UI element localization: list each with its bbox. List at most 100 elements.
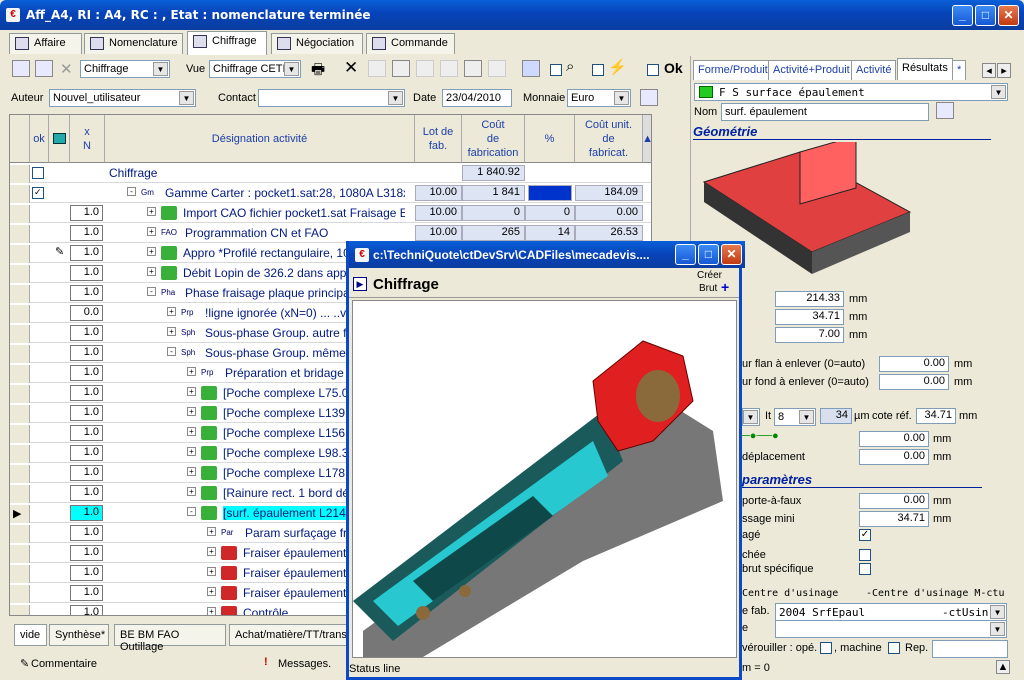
value1-field[interactable]: 0.00 bbox=[859, 431, 929, 447]
tree-expander-icon[interactable]: + bbox=[147, 227, 156, 236]
designation-cell[interactable]: Sous-phase Group. même ori bbox=[205, 346, 362, 360]
xn-field[interactable]: 1.0 bbox=[70, 545, 103, 561]
dim-length-field[interactable]: 214.33 bbox=[775, 291, 844, 307]
tree-expander-icon[interactable]: + bbox=[187, 407, 196, 416]
row-selector[interactable] bbox=[10, 285, 30, 303]
date-field[interactable]: 23/04/2010 bbox=[442, 89, 512, 107]
collapse-icon[interactable] bbox=[440, 60, 458, 77]
row-selector[interactable] bbox=[10, 245, 30, 263]
xn-field[interactable]: 1.0 bbox=[70, 205, 103, 221]
expand-icon[interactable] bbox=[416, 60, 434, 77]
header-cout[interactable]: Coût de fabrication bbox=[462, 115, 525, 163]
tree-expander-icon[interactable]: - bbox=[127, 187, 136, 196]
zoom-fit-icon[interactable] bbox=[488, 60, 506, 77]
xn-field[interactable]: 1.0 bbox=[70, 225, 103, 241]
xn-field[interactable]: 1.0 bbox=[70, 425, 103, 441]
row-selector[interactable] bbox=[10, 585, 30, 603]
delete-icon[interactable]: ✕ bbox=[60, 60, 73, 78]
messages-label[interactable]: Messages. bbox=[278, 658, 331, 670]
header-unit[interactable]: Coût unit. de fabricat. bbox=[575, 115, 643, 163]
cote-field[interactable]: 34.71 bbox=[916, 408, 956, 424]
maximize-button[interactable]: □ bbox=[975, 5, 996, 26]
row-selector[interactable] bbox=[10, 425, 30, 443]
row-selector[interactable] bbox=[10, 605, 30, 615]
designation-cell[interactable]: Param surfaçage frais bbox=[245, 526, 362, 540]
cad-viewer-window[interactable]: € c:\TechniQuote\ctDevSrv\CADFiles\mecad… bbox=[346, 241, 745, 680]
row-selector[interactable] bbox=[10, 525, 30, 543]
designation-cell[interactable]: !ligne ignorée (xN=0) ... ..voir c bbox=[205, 306, 369, 320]
cut-icon[interactable]: ✕ bbox=[344, 58, 358, 78]
xn-field[interactable]: 1.0 bbox=[70, 465, 103, 481]
lot-cell[interactable]: 10.00 bbox=[415, 185, 462, 201]
row-selector[interactable] bbox=[10, 445, 30, 463]
designation-cell[interactable]: Gamme Carter : pocket1.sat:28, 1080A L31… bbox=[165, 186, 405, 200]
xn-field[interactable]: 1.0 bbox=[70, 525, 103, 541]
designation-cell[interactable]: Appro *Profilé rectangulaire, 1080 bbox=[183, 246, 363, 260]
cout-cell[interactable]: 1 840.92 bbox=[462, 165, 525, 181]
designation-cell[interactable]: Fraiser épaulement fin bbox=[243, 586, 362, 600]
cad-model-view[interactable] bbox=[352, 300, 737, 658]
xn-field[interactable]: 1.0 bbox=[70, 245, 103, 261]
tree-expander-icon[interactable]: + bbox=[207, 607, 216, 615]
verrou-machine-checkbox[interactable] bbox=[888, 642, 900, 654]
row-selector[interactable]: ▶ bbox=[10, 505, 30, 523]
brut-checkbox[interactable] bbox=[859, 563, 871, 575]
tree-expander-icon[interactable]: + bbox=[167, 327, 176, 336]
designation-cell[interactable]: [Poche complexe L75.091 bbox=[223, 386, 362, 400]
xn-field[interactable]: 1.0 bbox=[70, 405, 103, 421]
list-icon[interactable] bbox=[35, 60, 53, 77]
tree-expander-icon[interactable]: + bbox=[207, 527, 216, 536]
table-row[interactable]: 1.0 + Import CAO fichier pocket1.sat Frais… bbox=[10, 203, 651, 223]
dim-height-field[interactable]: 7.00 bbox=[775, 327, 844, 343]
feature-select[interactable]: F S surface épaulement ▼ bbox=[694, 83, 1008, 101]
hee-checkbox[interactable] bbox=[859, 549, 871, 561]
designation-cell[interactable]: Contrôle bbox=[243, 606, 288, 615]
rep-field[interactable] bbox=[932, 640, 1008, 658]
tab-negociation[interactable]: Négociation bbox=[271, 33, 363, 54]
tree-expander-icon[interactable]: + bbox=[147, 247, 156, 256]
xn-field[interactable]: 1.0 bbox=[70, 325, 103, 341]
row-selector[interactable] bbox=[10, 325, 30, 343]
xn-field[interactable]: 1.0 bbox=[70, 505, 103, 521]
header-xn[interactable]: x N bbox=[70, 115, 105, 163]
checkbox-1[interactable] bbox=[550, 64, 562, 76]
pct-cell[interactable]: 0 bbox=[525, 205, 575, 221]
unit-cell[interactable]: 26.53 bbox=[575, 225, 643, 241]
nom-edit-icon[interactable] bbox=[936, 102, 954, 119]
unit-cell[interactable]: 184.09 bbox=[575, 185, 643, 201]
header-edit[interactable] bbox=[49, 115, 70, 163]
e-select[interactable]: ▼ bbox=[775, 620, 1007, 638]
calc-icon[interactable] bbox=[640, 89, 658, 106]
tab-nomenclature[interactable]: Nomenclature bbox=[84, 33, 183, 54]
row-selector[interactable] bbox=[10, 185, 30, 203]
view-icon[interactable] bbox=[522, 60, 540, 77]
table-row[interactable]: ✓ - Gm Gamme Carter : pocket1.sat:28, 1080A… bbox=[10, 183, 651, 203]
rtab-activite-produit[interactable]: Activité+Produit bbox=[768, 60, 855, 80]
tab-scroll-right[interactable]: ▸ bbox=[997, 63, 1011, 78]
xn-field[interactable]: 1.0 bbox=[70, 345, 103, 361]
lot-cell[interactable]: 10.00 bbox=[415, 205, 462, 221]
rtab-activite[interactable]: Activité bbox=[851, 60, 897, 80]
table-row[interactable]: 1.0 + FAO Programmation CN et FAO 10.00 265 14… bbox=[10, 223, 651, 243]
designation-cell[interactable]: Import CAO fichier pocket1.sat Fraisage … bbox=[183, 206, 405, 220]
rtab-star[interactable]: * bbox=[952, 60, 967, 80]
ok-checkbox[interactable]: ✓ bbox=[32, 187, 44, 199]
xn-field[interactable]: 1.0 bbox=[70, 485, 103, 501]
rtab-forme-produit[interactable]: Forme/Produit bbox=[693, 60, 773, 80]
pct-cell[interactable]: 14 bbox=[525, 225, 575, 241]
tree-expander-icon[interactable]: + bbox=[147, 207, 156, 216]
header-ok[interactable]: ok bbox=[30, 115, 49, 163]
it-left-select[interactable]: ▼ bbox=[742, 408, 760, 426]
xn-field[interactable]: 1.0 bbox=[70, 605, 103, 615]
tree-expander-icon[interactable]: + bbox=[207, 587, 216, 596]
designation-cell[interactable]: Phase fraisage plaque principale bbox=[185, 286, 359, 300]
rtab-resultats[interactable]: Résultats bbox=[897, 58, 953, 80]
row-selector[interactable] bbox=[10, 385, 30, 403]
um-field[interactable]: 34 bbox=[820, 408, 852, 424]
xn-field[interactable]: 1.0 bbox=[70, 265, 103, 281]
row-selector[interactable] bbox=[10, 465, 30, 483]
scroll-up-arrow[interactable]: ▲ bbox=[996, 660, 1010, 674]
fond-field[interactable]: 0.00 bbox=[879, 374, 949, 390]
scroll-up-arrow[interactable]: ▲ bbox=[642, 115, 651, 163]
ok-checkbox[interactable] bbox=[32, 167, 44, 179]
